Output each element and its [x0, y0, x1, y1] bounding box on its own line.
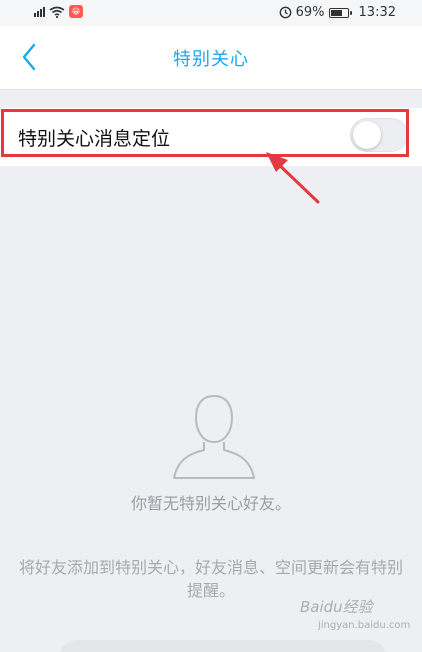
wifi-icon — [49, 6, 65, 18]
cellular-signal-icon — [34, 6, 45, 17]
empty-state-description: 将好友添加到特别关心，好友消息、空间更新会有特别提醒。 — [18, 558, 403, 600]
title-bar: 特别关心 — [0, 26, 422, 90]
watermark-sub: jingyan.baidu.com — [318, 620, 411, 631]
empty-state-title: 你暂无特别关心好友。 — [130, 494, 291, 513]
setting-row-location[interactable]: 特别关心消息定位 — [0, 108, 422, 166]
status-bar-right: 69% 13:32 — [279, 5, 396, 20]
clock: 13:32 — [358, 5, 396, 20]
status-bar: 😀 69% 13:32 — [0, 0, 422, 26]
add-special-care-button[interactable] — [58, 640, 388, 652]
baidu-watermark: Baidu经验 jingyan.baidu.com — [300, 596, 418, 642]
person-outline-icon — [173, 394, 255, 479]
toggle-knob — [353, 121, 381, 149]
screen: 😀 69% 13:32 特别关心 特别关心消息定位 你暂无特别关心好友。 将好友… — [0, 0, 422, 652]
page-title: 特别关心 — [173, 49, 249, 70]
do-not-disturb-icon — [279, 6, 292, 19]
notification-app-icon: 😀 — [69, 5, 83, 18]
battery-percent: 69% — [295, 5, 325, 20]
battery-icon — [328, 7, 352, 18]
location-toggle[interactable] — [350, 118, 408, 152]
setting-label: 特别关心消息定位 — [18, 128, 171, 150]
status-bar-left: 😀 — [34, 5, 83, 18]
